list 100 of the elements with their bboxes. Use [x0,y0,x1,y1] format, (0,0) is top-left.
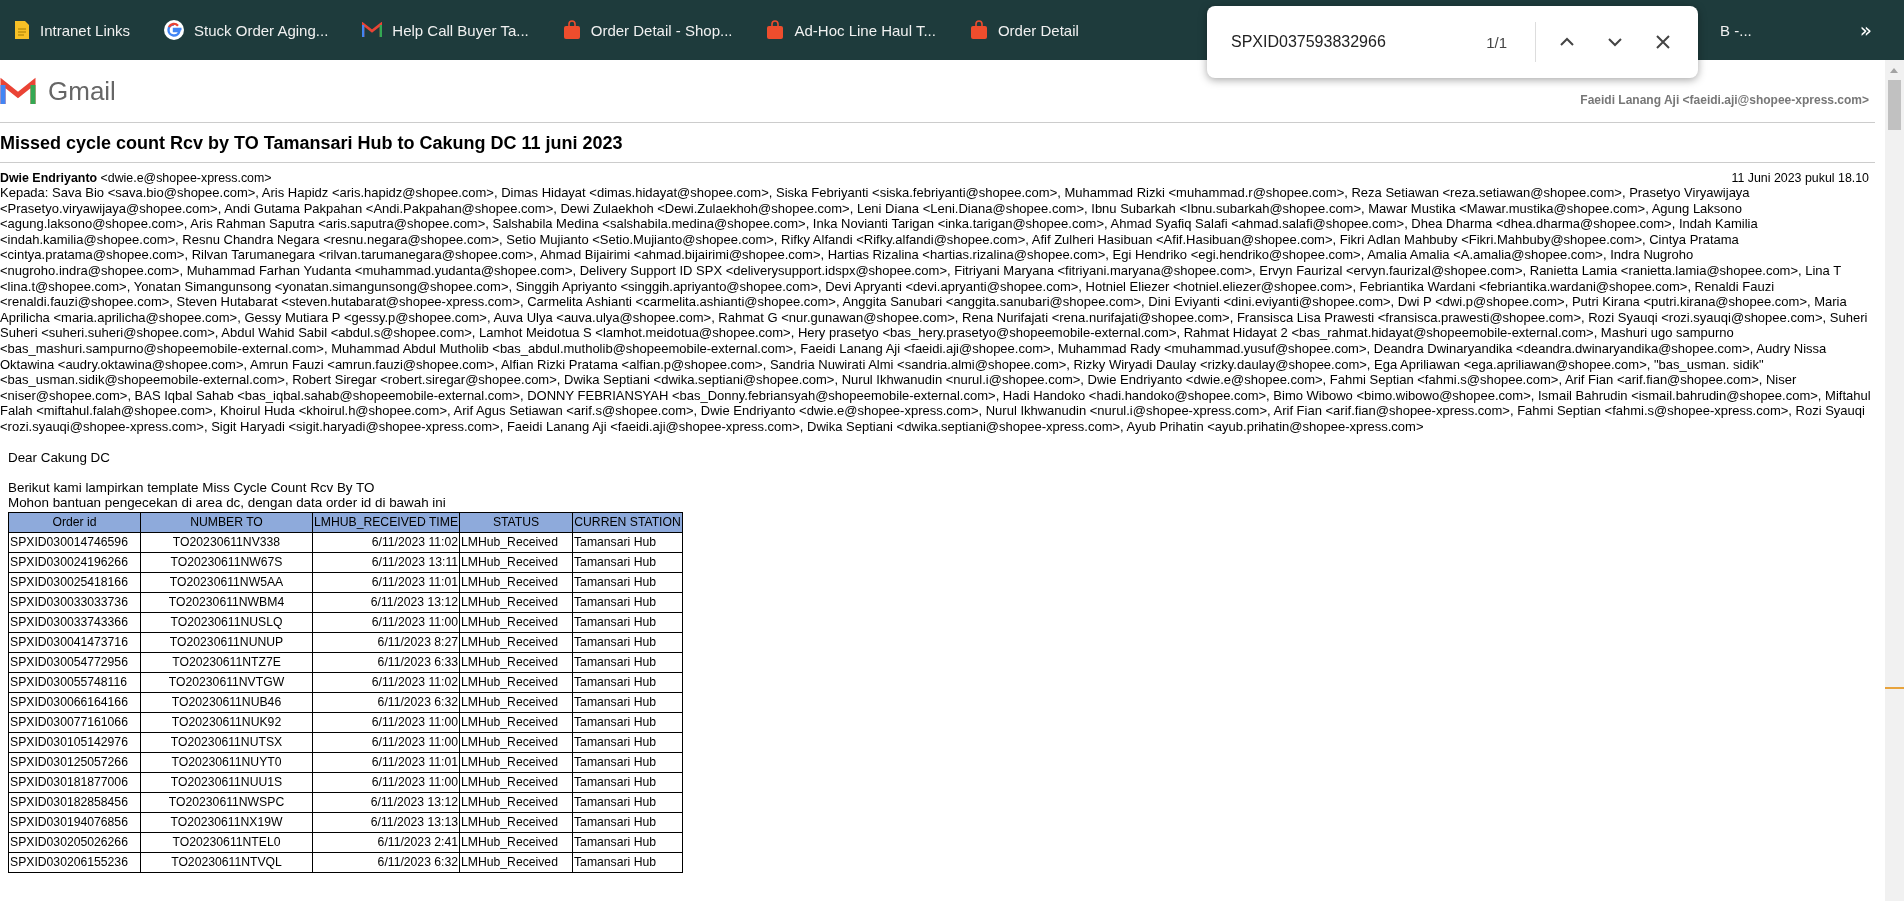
recipients-line: <lina.t@shopee.com>, Yonatan Simangunsong <yonatan.simangunsong@shopee.com>, Singgih Apriyanto <singgih.apriyanto@shopee.com>, Devi Apryanti <devi.apryanti@shopee.com>, Hotniel Eliezer <hotniel.eliezer@shopee.com>, Febriantika Wardani <febriantika.wardani@shopee.com>, Renaldi Fauzi [0,278,1776,295]
table-cell: LMHub_Received [459,532,573,552]
table-cell: LMHub_Received [459,732,573,752]
table-cell: SPXID030033033736 [8,592,141,612]
table-cell: Tamansari Hub [572,572,683,592]
table-cell: Tamansari Hub [572,792,683,812]
table-cell: 6/11/2023 11:02 [312,672,460,692]
table-cell: SPXID030181877006 [8,772,141,792]
column-header: CURREN STATION [572,512,683,532]
table-cell: 6/11/2023 13:13 [312,812,460,832]
table-cell: LMHub_Received [459,572,573,592]
bookmark-item[interactable]: Help Call Buyer Ta... [356,10,535,50]
recipients-line: Suheri <suheri.suheri@shopee.com>, Abdul Wahid Sabil <abdul.s@shopee.com>, Lamhot Meidotua S <lamhot.meidotua@shopee.com>, Hery prasetyo <bas_hery.prasetyo@shopeemobile-external.com>, Rahmat Hidayat 2 <bas_rahmat.hidayat@shopeemobile-external.com>, Mashuri ugo sampurno [0,325,1735,341]
bookmark-item[interactable]: Order Detail [963,10,1085,50]
table-cell: LMHub_Received [459,552,573,572]
recipients-line: <nugroho.indra@shopee.com>, Muhammad Farhan Yudanta <muhammad.yudanta@shopee.com>, Delivery Support ID SPX <deliverysupport.idspx@shopee.com>, Fitriyani Maryana <fitriyani.maryana@shopee.com>, Ervyn Faurizal <ervyn.faurizal@shopee.com>, Ranietta Lamia <ranietta.lamia@shopee.com>, Lina T [0,262,1843,279]
table-cell: LMHub_Received [459,812,573,832]
table-cell: 6/11/2023 6:32 [312,852,460,872]
table-cell: 6/11/2023 11:00 [312,732,460,752]
column-header: LMHUB_RECEIVED TIME [312,512,460,532]
shopping-bag-icon [969,20,988,40]
table-cell: SPXID030206155236 [8,852,141,872]
table-cell: TO20230611NTZ7E [140,652,313,672]
recipients-line: Falah <miftahul.falah@shopee.com>, Khoirul Huda <khoirul.h@shopee.com>, Arif Agus Setiawan <arif.s@shopee.com>, Dwie Endriyanto <dwie.e@shopee-xpress.com>, Nurul Ikhwanudin <nurul.i@shopee-xpress.com>, Arif Fian <arif.fian@shopee-xpress.com>, Fahmi Septian <fahmi.s@shopee-xpress.com>, Rozi Syauqi [0,403,1866,419]
table-cell: TO20230611NW5AA [140,572,313,592]
bookmark-item[interactable]: Intranet Links [8,10,137,50]
table-cell: Tamansari Hub [572,592,683,612]
table-cell: LMHub_Received [459,852,573,872]
table-cell: LMHub_Received [459,772,573,792]
table-cell: SPXID030041473716 [8,632,141,652]
table-cell: Tamansari Hub [572,812,683,832]
table-cell: Tamansari Hub [572,752,683,772]
table-cell: SPXID030105142976 [8,732,141,752]
table-cell: Tamansari Hub [572,852,683,872]
table-cell: TO20230611NUTSX [140,732,313,752]
table-cell: 6/11/2023 6:33 [312,652,460,672]
table-cell: TO20230611NV338 [140,532,313,552]
table-cell: LMHub_Received [459,752,573,772]
table-cell: TO20230611NUB46 [140,692,313,712]
recipients-line: Aprilicha <maria.aprilicha@shopee.com>, Gessy Mutiara P <gessy.p@shopee.com>, Auva Ulya <auva.ulya@shopee.com>, Rahmat G <nur.gunawan@shopee.com>, Rena Nurifajati <rena.nurifajati@shopee.com>, Fransisca Lisa Prawesti <fransisca.prawesti@shopee.com>, Rozi Syauqi <rozi.syauqi@shopee.com>, Suheri [0,309,1869,326]
body-text: Mohon bantuan pengecekan di area dc, dengan data order id di bawah ini [8,494,447,510]
bookmark-item[interactable]: Ad-Hoc Line Haul T... [760,10,942,50]
column-header: Order id [8,512,141,532]
google-icon [164,20,185,40]
bookmarks-overflow-button[interactable]: » [1853,17,1878,43]
greeting: Dear Cakung DC [8,449,111,465]
table-cell: 6/11/2023 11:00 [312,772,460,792]
recipients-line: <bas_mashuri.sampurno@shopeemobile-external.com>, Muhammad Abdul Mutholib <bas_abdul.mutholib@shopeemobile-external.com>, Faeidi Lanang Aji <faeidi.aji@shopee.com>, Muhammad Rady <muhammad.yusuf@shopee.com>, Deandra Dwinaryandika <deandra.dwinaryandika@shopee.com>, Audry Nissa [0,340,1828,357]
column-header: NUMBER TO [140,512,313,532]
table-cell: SPXID030033743366 [8,612,141,632]
table-cell: Tamansari Hub [572,692,683,712]
close-icon [1656,35,1670,49]
table-cell: LMHub_Received [459,592,573,612]
recipients-line: <cintya.pratama@shopee.com>, Rilvan Tarumanegara <rilvan.tarumanegara@shopee.com>, Ahmad Bijairimi <ahmad.bijairimi@shopee.com>, Hartias Rizalina <hartias.rizalina@shopee.com>, Egi Hendriko <egi.hendriko@shopee.com>, Amalia Amalia <A.amalia@shopee.com>, Indra Nugroho [0,247,1695,263]
table-cell: TO20230611NUK92 [140,712,313,732]
table-cell: 6/11/2023 11:02 [312,532,460,552]
gmail-logo-icon [0,77,36,105]
table-cell: Tamansari Hub [572,532,683,552]
table-cell: SPXID030024196266 [8,552,141,572]
email-date: 11 Juni 2023 pukul 18.10 [1731,171,1869,185]
bookmark-page-icon [14,20,30,40]
table-cell: LMHub_Received [459,692,573,712]
table-cell: Tamansari Hub [572,552,683,572]
table-cell: TO20230611NVTGW [140,672,313,692]
table-cell: TO20230611NX19W [140,812,313,832]
recipients-line: <niser@shopee.com>, BAS Iqbal Sahab <bas_iqbal.sahab@shopeemobile-external.com>, DONNY FEBRIANSYAH <bas_Donny.febriansyah@shopeemobile-external.com>, Hadi Handoko <hadi.handoko@shopee.com>, Bimo Wibowo <bimo.wibowo@shopee.com>, Ismail Bahrudin <ismail.bahrudin@shopee.com>, Miftahul [0,387,1872,404]
table-cell: Tamansari Hub [572,712,683,732]
recipients-line: Kepada: Sava Bio <sava.bio@shopee.com>, Aris Hapidz <aris.hapidz@shopee.com>, Dimas Hidayat <dimas.hidayat@shopee.com>, Siska Febriyanti <siska.febriyanti@shopee.com>, Muhammad Rizki <muhammad.r@shopee.com>, Reza Setiawan <reza.setiawan@shopee.com>, Prasetyo Viryawijaya [0,185,1751,201]
table-cell: TO20230611NW67S [140,552,313,572]
column-header: STATUS [459,512,573,532]
table-cell: Tamansari Hub [572,772,683,792]
bookmark-item[interactable]: Order Detail - Shop... [556,10,739,50]
chevron-up-icon [1559,37,1575,47]
recipients-line: <renaldi.fauzi@shopee.com>, Steven Hutabarat <steven.hutabarat@shopee-xpress.com>, Carmelita Ashianti <carmelita.ashianti@shopee.com>, Anggita Sanubari <anggita.sanubari@shopee.com>, Dini Eviyanti <dini.eviyanti@shopee.com>, Dwi P <dwi.p@shopee.com>, Putri Kirana <putri.kirana@shopee.com>, Maria [0,294,1848,310]
recipients-line: <rozi.syauqi@shopee-xpress.com>, Sigit Haryadi <sigit.haryadi@shopee-xpress.com>, Faeidi Lanang Aji <faeidi.aji@shopee-xpress.com>, Dwika Septiani <dwika.septiani@shopee-xpress.com>, Ayub Prihatin <ayub.prihatin@shopee-xpress.com> [0,418,1425,435]
email-subject: Missed cycle count Rcv by TO Tamansari Hub to Cakung DC 11 juni 2023 [0,123,1875,163]
scrollbar[interactable] [1885,60,1904,901]
bookmark-item[interactable]: B -... [1712,10,1758,50]
chevron-down-icon [1607,37,1623,47]
table-cell: SPXID030054772956 [8,652,141,672]
table-cell: LMHub_Received [459,652,573,672]
recipients-line: <Prasetyo.viryawijaya@shopee.com>, Andi Gutama Pakpahan <Andi.Pakpahan@shopee.com>, Dewi Zulaekhoh <Dewi.Zulaekhoh@shopee.com>, Leni Diana <Leni.Diana@shopee.com>, Ibnu Subarkah <Ibnu.subarkah@shopee.com>, Mawar Mustika <Mawar.mustika@shopee.com>, Agung Laksono [0,200,1744,217]
brand-name: Gmail [48,75,116,107]
table-cell: LMHub_Received [459,612,573,632]
shopping-bag-icon [766,20,785,40]
bookmark-item[interactable]: Stuck Order Aging... [158,10,335,50]
table-cell: 6/11/2023 13:12 [312,792,460,812]
table-cell: TO20230611NUSLQ [140,612,313,632]
table-cell: 6/11/2023 6:32 [312,692,460,712]
table-cell: SPXID030055748116 [8,672,141,692]
table-cell: TO20230611NWSPC [140,792,313,812]
table-cell: 6/11/2023 11:00 [312,712,460,732]
table-cell: LMHub_Received [459,632,573,652]
sender: Dwie Endriyanto <dwie.e@shopee-xpress.com> [0,171,272,185]
recipients-line: <indah.kamilia@shopee.com>, Resnu Chandra Negara <resnu.negara@shopee.com>, Setio Mujianto <Setio.Mujianto@shopee.com>, Rifky Alfandi <Rifky.alfandi@shopee.com>, Afif Zulheri Hasibuan <Afif.Hasibuan@shopee.com>, Fikri Adlan Mahbuby <Fikri.Mahbuby@shopee.com>, Cintya Pratama [0,231,1740,248]
table-cell: LMHub_Received [459,712,573,732]
table-cell: Tamansari Hub [572,832,683,852]
body-text: Berikut kami lampirkan template Miss Cycle Count Rcv By TO [8,479,376,495]
table-cell: Tamansari Hub [572,632,683,652]
table-cell: LMHub_Received [459,832,573,852]
